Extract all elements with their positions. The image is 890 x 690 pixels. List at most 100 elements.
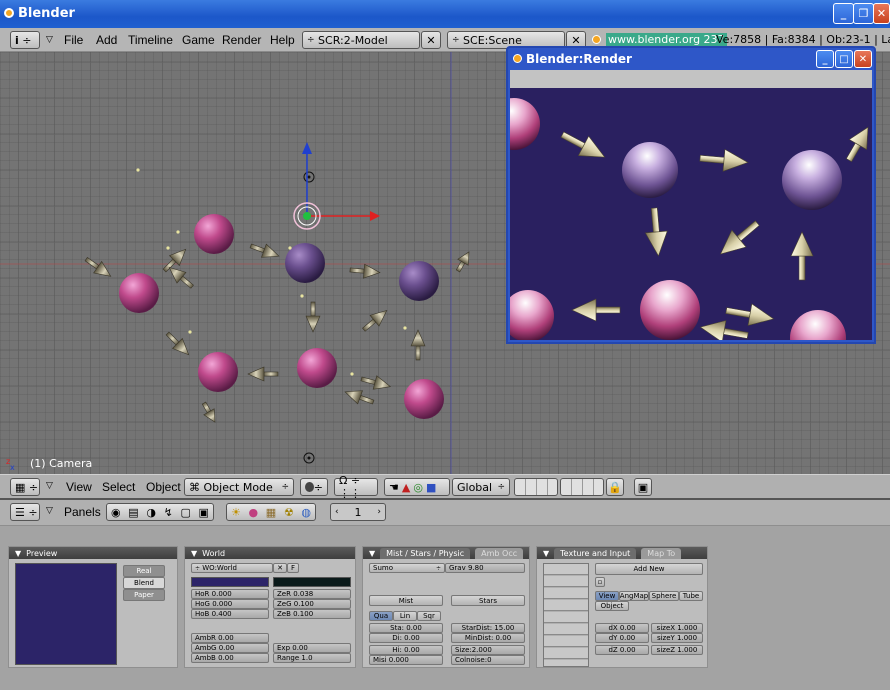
size-y-field[interactable]: sizeY 1.000: [651, 633, 703, 643]
preview-paper-button[interactable]: Paper: [123, 589, 165, 601]
offset-z-field[interactable]: dZ 0.00: [595, 645, 649, 655]
script-icon[interactable]: ▤: [128, 506, 138, 519]
shading-icon[interactable]: ◑: [146, 506, 156, 519]
rotate-icon[interactable]: ◎: [413, 481, 423, 494]
horizon-blue-slider[interactable]: HoB 0.400: [191, 609, 269, 619]
zenith-blue-slider[interactable]: ZeB 0.100: [273, 609, 351, 619]
preview-blend-button[interactable]: Blend: [123, 577, 165, 589]
panel-collapse-icon[interactable]: ▼: [15, 549, 21, 558]
preview-real-button[interactable]: Real: [123, 565, 165, 577]
tab-map-to[interactable]: Map To: [641, 547, 682, 559]
offset-x-field[interactable]: dX 0.00: [595, 623, 649, 633]
menu-view[interactable]: View: [66, 480, 92, 494]
zenith-color-swatch[interactable]: [273, 577, 351, 587]
texture-icon[interactable]: ▦: [266, 506, 276, 519]
mist-toggle-button[interactable]: Mist: [369, 595, 443, 606]
render-preview-icon[interactable]: ▣: [634, 478, 652, 496]
exposure-slider[interactable]: Exp 0.00: [273, 643, 351, 653]
unlink-world-icon[interactable]: ✕: [273, 563, 287, 573]
menu-timeline[interactable]: Timeline: [128, 33, 173, 47]
fake-user-button[interactable]: F: [287, 563, 299, 573]
coord-object-button[interactable]: Object: [595, 601, 629, 611]
zenith-red-slider[interactable]: ZeR 0.038: [273, 589, 351, 599]
context-buttons[interactable]: ◉ ▤ ◑ ↯ ▢ ▣: [106, 503, 214, 521]
falloff-square-button[interactable]: Sqr: [417, 611, 441, 621]
scene-icon[interactable]: ▣: [199, 506, 209, 519]
panel-collapse-icon[interactable]: ▼: [369, 549, 375, 558]
mist-start-field[interactable]: Sta: 0.00: [369, 623, 443, 633]
tab-mist-stars[interactable]: Mist / Stars / Physic: [380, 547, 471, 559]
size-z-field[interactable]: sizeZ 1.000: [651, 645, 703, 655]
range-slider[interactable]: Range 1.0: [273, 653, 351, 663]
editor-type-button[interactable]: ☰ ÷: [10, 503, 40, 521]
maximize-icon[interactable]: □: [835, 50, 853, 68]
gravity-slider[interactable]: Grav 9.80: [445, 563, 525, 573]
add-new-texture-button[interactable]: Add New: [595, 563, 703, 575]
radio-icon[interactable]: ☢: [284, 506, 294, 519]
menu-add[interactable]: Add: [96, 33, 117, 47]
coord-view-button[interactable]: View: [595, 591, 619, 601]
minimize-icon[interactable]: _: [833, 3, 854, 24]
panel-collapse-icon[interactable]: ▼: [543, 549, 549, 558]
close-icon[interactable]: ✕: [873, 3, 890, 24]
world-name-field[interactable]: ÷ WO:World: [191, 563, 273, 573]
horizon-green-slider[interactable]: HoG 0.000: [191, 599, 269, 609]
tab-texture-input[interactable]: Texture and Input: [554, 547, 637, 559]
star-size-slider[interactable]: Size:2.000: [451, 645, 525, 655]
mode-selector[interactable]: ⌘ Object Mode ÷: [184, 478, 294, 496]
star-colnoise-slider[interactable]: Colnoise:0: [451, 655, 525, 665]
mist-height-field[interactable]: Hi: 0.00: [369, 645, 443, 655]
size-x-field[interactable]: sizeX 1.000: [651, 623, 703, 633]
star-min-distance-field[interactable]: MinDist: 0.00: [451, 633, 525, 643]
frame-counter[interactable]: ‹ 1 ›: [330, 503, 386, 521]
collapse-triangle-icon[interactable]: ▽: [46, 506, 53, 516]
world-icon[interactable]: ◍: [301, 506, 311, 519]
editor-type-button[interactable]: i ÷: [10, 31, 40, 49]
logic-icon[interactable]: ◉: [111, 506, 121, 519]
panel-collapse-icon[interactable]: ▼: [191, 549, 197, 558]
menu-render[interactable]: Render: [222, 33, 261, 47]
delete-screen-icon[interactable]: ✕: [421, 31, 441, 49]
manipulator-buttons[interactable]: ☚ ▲ ◎ ■: [384, 478, 450, 496]
falloff-quadratic-button[interactable]: Qua: [369, 611, 393, 621]
layer-buttons-1[interactable]: [514, 478, 558, 496]
menu-select[interactable]: Select: [102, 480, 135, 494]
ambient-blue-slider[interactable]: AmbB 0.00: [191, 653, 269, 663]
close-icon[interactable]: ✕: [854, 50, 872, 68]
horizon-color-swatch[interactable]: [191, 577, 269, 587]
menu-game[interactable]: Game: [182, 33, 215, 47]
shading-subcontext-buttons[interactable]: ☀ ● ▦ ☢ ◍: [226, 503, 316, 521]
lock-icon[interactable]: 🔒: [606, 478, 624, 496]
object-icon[interactable]: ↯: [164, 506, 173, 519]
orientation-selector[interactable]: Global ÷: [452, 478, 510, 496]
hand-icon[interactable]: ☚: [389, 481, 399, 494]
collapse-triangle-icon[interactable]: ▽: [46, 35, 53, 45]
editing-icon[interactable]: ▢: [180, 506, 190, 519]
zenith-green-slider[interactable]: ZeG 0.100: [273, 599, 351, 609]
scale-icon[interactable]: ■: [426, 481, 436, 494]
editor-type-button[interactable]: ▦ ÷: [10, 478, 40, 496]
restore-icon[interactable]: ❐: [853, 3, 874, 24]
translate-icon[interactable]: ▲: [402, 481, 410, 494]
lamp-icon[interactable]: ☀: [231, 506, 241, 519]
coord-sphere-button[interactable]: Sphere: [649, 591, 679, 601]
offset-y-field[interactable]: dY 0.00: [595, 633, 649, 643]
ambient-green-slider[interactable]: AmbG 0.00: [191, 643, 269, 653]
physics-engine-selector[interactable]: Sumo ÷: [369, 563, 445, 573]
tab-amb-occ[interactable]: Amb Occ: [475, 547, 524, 559]
screen-selector[interactable]: ÷ SCR:2-Model: [302, 31, 420, 49]
star-distance-field[interactable]: StarDist: 15.00: [451, 623, 525, 633]
pivot-button[interactable]: Ω ÷ ⋮⋮: [334, 474, 378, 500]
mist-depth-field[interactable]: Di: 0.00: [369, 633, 443, 643]
material-icon[interactable]: ●: [249, 506, 259, 519]
texture-channel-list[interactable]: [543, 563, 589, 667]
coord-tube-button[interactable]: Tube: [679, 591, 703, 601]
texture-browse-icon[interactable]: ▫: [595, 577, 605, 587]
menu-file[interactable]: File: [64, 33, 83, 47]
collapse-triangle-icon[interactable]: ▽: [46, 481, 53, 491]
menu-help[interactable]: Help: [270, 33, 295, 47]
stars-toggle-button[interactable]: Stars: [451, 595, 525, 606]
minimize-icon[interactable]: _: [816, 50, 834, 68]
draw-type-button[interactable]: ÷: [300, 478, 328, 496]
menu-object[interactable]: Object: [146, 480, 181, 494]
